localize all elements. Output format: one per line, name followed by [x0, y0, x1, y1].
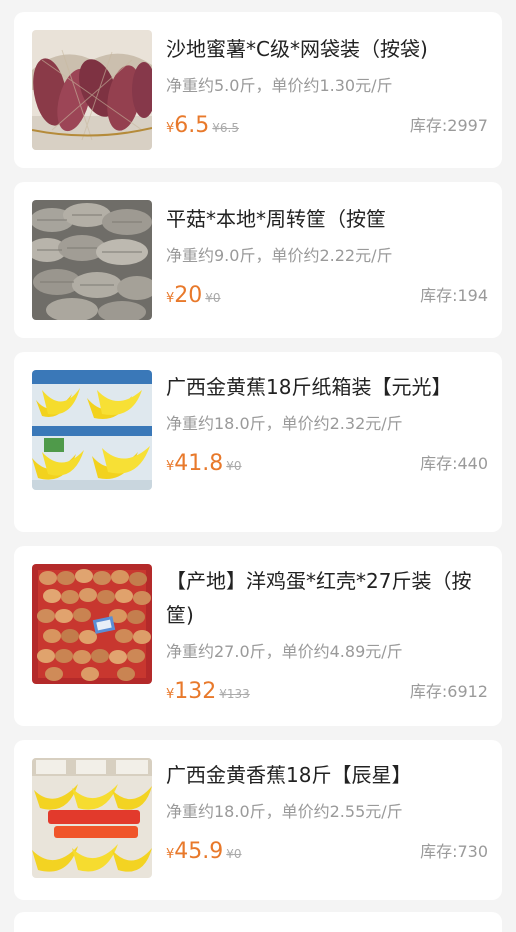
banana-box-image[interactable] [32, 370, 152, 490]
product-title: 平菇*本地*周转筐（按筐 [166, 207, 386, 231]
current-price: 132 [174, 679, 217, 704]
product-title: 广西金黄香蕉18斤【辰星】 [166, 763, 412, 787]
original-price: ¥0 [205, 291, 221, 305]
product-card[interactable]: 广西金黄蕉18斤纸箱装【元光】 净重约18.0斤，单价约2.32元/斤 ¥41.… [14, 352, 502, 532]
product-weight-unit-price: 净重约5.0斤，单价约1.30元/斤 [166, 76, 393, 95]
price-group: ¥6.5 ¥6.5 [166, 113, 239, 138]
stock-count: 库存:440 [420, 454, 488, 473]
stock-count: 库存:730 [420, 842, 488, 861]
price-group: ¥41.8 ¥0 [166, 451, 242, 476]
product-card[interactable]: 广西金黄香蕉18斤【辰星】 净重约18.0斤，单价约2.55元/斤 ¥45.9 ¥… [14, 740, 502, 900]
product-card[interactable]: 平菇*本地*周转筐（按筐 净重约9.0斤，单价约2.22元/斤 ¥20 ¥0 库存… [14, 182, 502, 338]
sweet-potato-image[interactable] [32, 30, 152, 150]
banana-stand-image[interactable] [32, 758, 152, 878]
product-weight-unit-price: 净重约18.0斤，单价约2.55元/斤 [166, 802, 403, 821]
current-price: 45.9 [174, 839, 224, 864]
stock-count: 库存:2997 [409, 116, 488, 135]
product-list: 沙地蜜薯*C级*网袋装（按袋) 净重约5.0斤，单价约1.30元/斤 ¥6.5 ¥… [0, 0, 516, 932]
original-price: ¥0 [226, 847, 242, 861]
product-weight-unit-price: 净重约18.0斤，单价约2.32元/斤 [166, 414, 403, 433]
product-title: 沙地蜜薯*C级*网袋装（按袋) [166, 37, 428, 61]
original-price: ¥0 [226, 459, 242, 473]
product-card-partial[interactable] [14, 912, 502, 932]
product-weight-unit-price: 净重约27.0斤，单价约4.89元/斤 [166, 642, 403, 661]
current-price: 6.5 [174, 113, 210, 138]
price-group: ¥20 ¥0 [166, 283, 221, 308]
original-price: ¥133 [219, 687, 250, 701]
product-card[interactable]: 【产地】洋鸡蛋*红壳*27斤装（按筐) 净重约27.0斤，单价约4.89元/斤 … [14, 546, 502, 726]
eggs-crate-image[interactable] [32, 564, 152, 684]
stock-count: 库存:6912 [409, 682, 488, 701]
product-title: 广西金黄蕉18斤纸箱装【元光】 [166, 375, 452, 399]
current-price: 41.8 [174, 451, 224, 476]
oyster-mushroom-image[interactable] [32, 200, 152, 320]
product-weight-unit-price: 净重约9.0斤，单价约2.22元/斤 [166, 246, 393, 265]
current-price: 20 [174, 283, 203, 308]
original-price: ¥6.5 [212, 121, 239, 135]
stock-count: 库存:194 [420, 286, 488, 305]
price-group: ¥132 ¥133 [166, 679, 250, 704]
price-group: ¥45.9 ¥0 [166, 839, 242, 864]
product-title: 【产地】洋鸡蛋*红壳*27斤装（按筐) [166, 569, 472, 627]
product-card[interactable]: 沙地蜜薯*C级*网袋装（按袋) 净重约5.0斤，单价约1.30元/斤 ¥6.5 ¥… [14, 12, 502, 168]
